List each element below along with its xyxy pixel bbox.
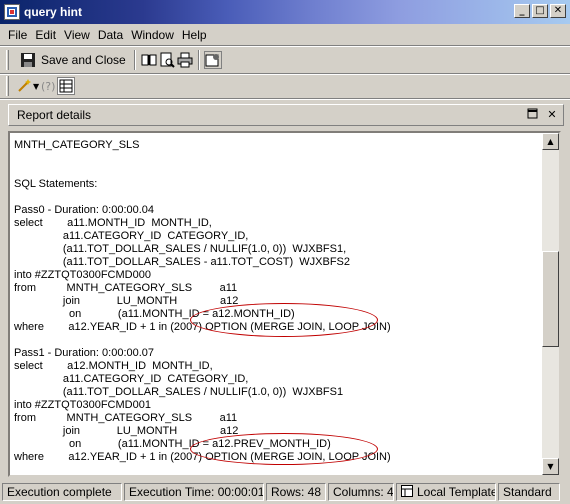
report-line: into #ZZTQT0300FCMD000 [14, 269, 151, 281]
status-template: Local Template [396, 483, 496, 501]
print-preview-icon[interactable] [158, 51, 176, 69]
toolbar-grip[interactable] [6, 50, 9, 70]
report-line: join LU_MONTH a12 [14, 295, 239, 307]
report-line: (a11.TOT_DOLLAR_SALES - a11.TOT_COST) WJ… [14, 256, 351, 268]
highlight-ellipse [190, 433, 378, 465]
floppy-disk-icon [19, 51, 37, 69]
save-and-close-button[interactable]: Save and Close [15, 49, 130, 71]
scroll-up-icon[interactable]: ▲ [542, 133, 559, 150]
report-line: (a11.TOT_DOLLAR_SALES / NULLIF(1.0, 0)) … [14, 243, 347, 255]
report-details-header: Report details ✕ [8, 104, 564, 126]
panel-title: Report details [17, 108, 92, 122]
report-line: a11.CATEGORY_ID CATEGORY_ID, [14, 373, 249, 385]
app-icon[interactable] [4, 4, 20, 20]
report-line: SQL Statements: [14, 178, 98, 190]
status-rows: Rows: 48 [266, 483, 326, 501]
close-button[interactable]: ✕ [550, 4, 566, 18]
report-line: join LU_MONTH a12 [14, 425, 239, 437]
save-and-close-label: Save and Close [41, 53, 126, 67]
status-columns: Columns: 4 [328, 483, 394, 501]
main-toolbar: Save and Close [0, 47, 570, 73]
toolbar2-divider [0, 98, 570, 100]
report-line: Pass1 - Duration: 0:00:00.07 [14, 347, 155, 359]
report-line: Pass0 - Duration: 0:00:00.04 [14, 204, 155, 216]
formula-icon[interactable]: (?) [39, 77, 57, 95]
scroll-down-icon[interactable]: ▼ [542, 458, 559, 475]
report-line: (a11.TOT_DOLLAR_SALES / NULLIF(1.0, 0)) … [14, 386, 344, 398]
menu-data[interactable]: Data [94, 28, 127, 42]
panel-close-icon[interactable]: ✕ [545, 108, 559, 122]
minimize-button[interactable]: _ [514, 4, 530, 18]
properties-icon[interactable] [203, 51, 222, 69]
toolbar-separator [197, 50, 200, 70]
report-line: from MNTH_CATEGORY_SLS a11 [14, 412, 238, 424]
menu-bar: File Edit View Data Window Help [0, 25, 570, 45]
wizard-icon[interactable] [15, 77, 33, 95]
secondary-toolbar: ▼ (?) [0, 74, 570, 98]
report-line: MNTH_CATEGORY_SLS [14, 139, 140, 151]
menu-edit[interactable]: Edit [31, 28, 60, 42]
report-line: into #ZZTQT0300FCMD001 [14, 399, 151, 411]
status-execution-time: Execution Time: 00:00:01 [124, 483, 264, 501]
report-line: a11.CATEGORY_ID CATEGORY_ID, [14, 230, 249, 242]
menu-file[interactable]: File [4, 28, 31, 42]
title-bar: query hint _ □ ✕ [0, 0, 570, 24]
status-mode: Standard [498, 483, 560, 501]
status-bar: Execution complete Execution Time: 00:00… [0, 481, 570, 503]
status-state: Execution complete [2, 483, 122, 501]
window-title: query hint [24, 5, 83, 19]
menu-window[interactable]: Window [127, 28, 178, 42]
report-view[interactable]: MNTH_CATEGORY_SLS SQL Statements: Pass0 … [8, 131, 561, 477]
report-line: select a12.MONTH_ID MONTH_ID, [14, 360, 213, 372]
highlight-ellipse [190, 303, 378, 337]
report-line: from MNTH_CATEGORY_SLS a11 [14, 282, 238, 294]
grid-view-icon[interactable] [57, 77, 76, 95]
status-template-label: Local Template [417, 485, 496, 499]
open-book-icon[interactable] [140, 51, 158, 69]
report-line: select a11.MONTH_ID MONTH_ID, [14, 217, 212, 229]
toolbar-grip[interactable] [6, 76, 9, 96]
template-icon [401, 484, 413, 500]
print-icon[interactable] [176, 51, 194, 69]
maximize-button[interactable]: □ [532, 4, 548, 18]
toolbar-separator [133, 50, 136, 70]
panel-restore-icon[interactable] [525, 108, 539, 122]
vertical-scrollbar[interactable]: ▲ ▼ [542, 133, 559, 475]
menu-help[interactable]: Help [178, 28, 211, 42]
menu-view[interactable]: View [60, 28, 94, 42]
scroll-thumb[interactable] [542, 251, 559, 347]
